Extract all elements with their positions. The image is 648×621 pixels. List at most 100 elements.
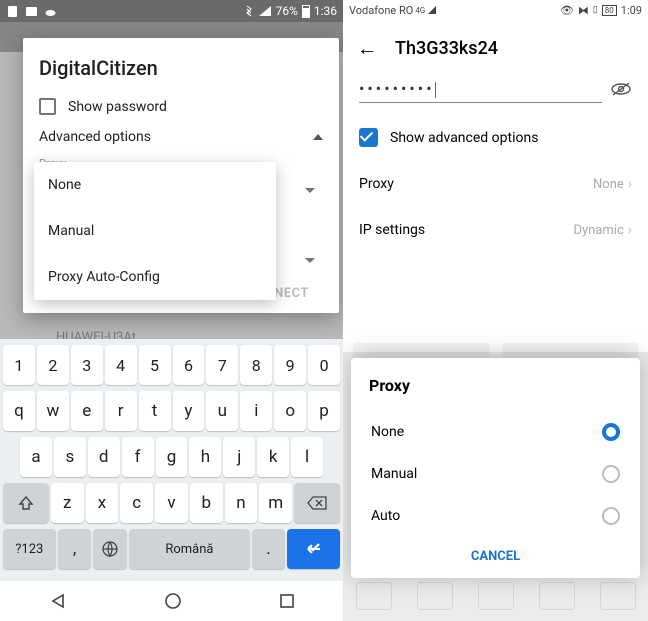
advanced-options-row[interactable]: Advanced options	[39, 129, 323, 145]
proxy-row-label: Proxy	[359, 176, 394, 192]
key-9[interactable]: 9	[274, 345, 306, 385]
battery-icon: 80	[602, 5, 617, 16]
signal-icon	[427, 5, 437, 15]
period-key[interactable]: .	[252, 529, 286, 569]
key-l[interactable]: l	[291, 437, 323, 477]
advanced-options-label: Advanced options	[39, 129, 151, 145]
back-button[interactable]: ←	[357, 36, 377, 61]
key-d[interactable]: d	[88, 437, 120, 477]
sheet-cancel-button[interactable]: CANCEL	[369, 537, 622, 570]
header: ← Th3G33ks24	[343, 20, 648, 73]
battery-pct: 76%	[276, 4, 298, 18]
status-bar-right: Vodafone RO 4G 👁 ⧓ ▯ 80 1:09	[343, 0, 648, 20]
key-e[interactable]: e	[71, 391, 103, 431]
proxy-option-none[interactable]: None	[34, 162, 276, 208]
key-p[interactable]: p	[308, 391, 340, 431]
symbols-key[interactable]: ?123	[3, 529, 56, 569]
image-icon	[25, 5, 38, 18]
key-u[interactable]: u	[206, 391, 238, 431]
carrier-label: Vodafone RO	[349, 4, 413, 17]
key-q[interactable]: q	[3, 391, 35, 431]
key-g[interactable]: g	[156, 437, 188, 477]
radio-icon[interactable]	[602, 507, 620, 525]
key-b[interactable]: b	[190, 483, 223, 523]
phone-left: 76% 1:36 DigitalCitizen Show password Ad…	[0, 0, 343, 621]
key-1[interactable]: 1	[3, 345, 35, 385]
key-a[interactable]: a	[20, 437, 52, 477]
key-k[interactable]: k	[257, 437, 289, 477]
space-key[interactable]: Română	[129, 529, 249, 569]
key-0[interactable]: 0	[308, 345, 340, 385]
android-navbar	[0, 581, 343, 621]
clock: 1:36	[314, 4, 337, 18]
key-7[interactable]: 7	[206, 345, 238, 385]
chevron-right-icon: ›	[628, 176, 632, 192]
show-password-label: Show password	[68, 99, 167, 115]
comma-key[interactable]: ,	[58, 529, 92, 569]
nav-back-icon[interactable]	[49, 592, 67, 610]
key-t[interactable]: t	[139, 391, 171, 431]
proxy-row-value: None	[593, 177, 624, 192]
network-title: Th3G33ks24	[395, 38, 498, 59]
globe-key[interactable]	[93, 529, 127, 569]
key-z[interactable]: z	[51, 483, 84, 523]
password-field[interactable]: •••••••••	[359, 79, 602, 103]
proxy-dropdown: None Manual Proxy Auto-Config	[34, 162, 276, 300]
proxy-option-manual[interactable]: Manual	[34, 208, 276, 254]
key-m[interactable]: m	[259, 483, 292, 523]
show-password-row[interactable]: Show password	[39, 98, 323, 115]
backspace-key[interactable]	[294, 483, 340, 523]
visibility-off-icon[interactable]	[610, 81, 632, 101]
radio-icon[interactable]	[602, 465, 620, 483]
password-row[interactable]: •••••••••	[343, 73, 648, 114]
key-i[interactable]: i	[240, 391, 272, 431]
key-2[interactable]: 2	[37, 345, 69, 385]
nav-home-icon[interactable]	[164, 592, 182, 610]
phone-right: Vodafone RO 4G 👁 ⧓ ▯ 80 1:09 ← Th3G33ks2…	[343, 0, 648, 621]
proxy-row[interactable]: Proxy None ›	[343, 161, 648, 207]
key-5[interactable]: 5	[139, 345, 171, 385]
key-y[interactable]: y	[173, 391, 205, 431]
key-v[interactable]: v	[155, 483, 188, 523]
key-c[interactable]: c	[120, 483, 153, 523]
kb-row-4: ?123 , Română .	[3, 529, 340, 569]
enter-key[interactable]	[287, 529, 340, 569]
key-h[interactable]: h	[189, 437, 221, 477]
ip-row[interactable]: IP settings Dynamic›	[343, 207, 648, 253]
key-w[interactable]: w	[37, 391, 69, 431]
keyboard: 1 2 3 4 5 6 7 8 9 0 q w e r t y u i o p …	[0, 339, 343, 581]
status-bar-left: 76% 1:36	[0, 0, 343, 22]
key-6[interactable]: 6	[173, 345, 205, 385]
nav-recent-icon[interactable]	[279, 593, 295, 609]
key-j[interactable]: j	[223, 437, 255, 477]
show-advanced-row[interactable]: Show advanced options	[343, 114, 648, 161]
show-advanced-label: Show advanced options	[390, 130, 538, 146]
shift-key[interactable]	[3, 483, 49, 523]
bluetooth-icon: ⧓	[578, 4, 589, 17]
show-advanced-checkbox[interactable]	[359, 128, 378, 147]
kb-row-2: a s d f g h j k l	[3, 437, 340, 477]
key-4[interactable]: 4	[105, 345, 137, 385]
key-x[interactable]: x	[86, 483, 119, 523]
kb-row-1: q w e r t y u i o p	[3, 391, 340, 431]
chevron-right-icon: ›	[628, 222, 632, 238]
sheet-option-manual[interactable]: Manual	[369, 453, 622, 495]
sheet-option-none[interactable]: None	[369, 411, 622, 453]
key-3[interactable]: 3	[71, 345, 103, 385]
proxy-option-pac[interactable]: Proxy Auto-Config	[34, 254, 276, 300]
proxy-sheet: Proxy None Manual Auto CANCEL	[351, 358, 640, 578]
key-r[interactable]: r	[105, 391, 137, 431]
keyboard-hint	[343, 577, 648, 615]
key-s[interactable]: s	[54, 437, 86, 477]
key-8[interactable]: 8	[240, 345, 272, 385]
radio-on-icon[interactable]	[602, 423, 620, 441]
key-n[interactable]: n	[225, 483, 258, 523]
eye-comfort-icon: 👁	[560, 4, 574, 17]
sheet-option-auto[interactable]: Auto	[369, 495, 622, 537]
kb-row-num: 1 2 3 4 5 6 7 8 9 0	[3, 345, 340, 385]
sheet-title: Proxy	[369, 376, 622, 395]
key-o[interactable]: o	[274, 391, 306, 431]
show-password-checkbox[interactable]	[39, 98, 56, 115]
key-f[interactable]: f	[122, 437, 154, 477]
battery-icon	[302, 5, 310, 18]
